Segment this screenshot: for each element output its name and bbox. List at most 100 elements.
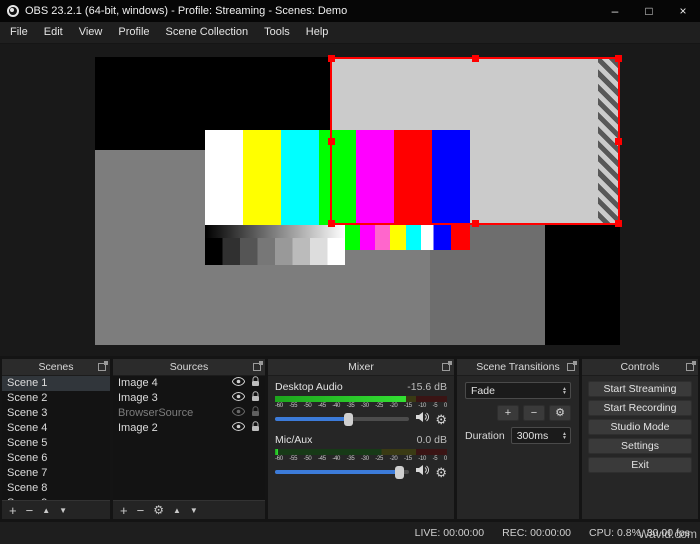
source-name: Image 2 <box>118 422 158 434</box>
lock-icon[interactable] <box>251 405 260 422</box>
sources-list[interactable]: Image 4 Image 3 BrowserSource Image 2 <box>113 376 265 500</box>
scene-row[interactable]: Scene 2 <box>2 391 110 406</box>
move-source-down-button[interactable]: ▼ <box>190 506 198 515</box>
visibility-eye-icon[interactable] <box>231 421 246 436</box>
scene-row[interactable]: Scene 1 <box>2 376 110 391</box>
selection-handle[interactable] <box>615 138 622 145</box>
minimize-button[interactable]: – <box>598 0 632 22</box>
obs-logo-icon <box>7 5 19 17</box>
exit-button[interactable]: Exit <box>588 457 692 473</box>
selection-handle[interactable] <box>472 220 479 227</box>
channel-gear-icon[interactable]: ⚙ <box>435 413 447 426</box>
scene-row[interactable]: Scene 4 <box>2 421 110 436</box>
source-row[interactable]: Image 4 <box>113 376 265 391</box>
source-row[interactable]: Image 3 <box>113 390 265 407</box>
scene-row[interactable]: Scene 7 <box>2 466 110 481</box>
scenes-list[interactable]: Scene 1 Scene 2 Scene 3 Scene 4 Scene 5 … <box>2 376 110 500</box>
combo-arrows-icon[interactable]: ▲ ▼ <box>562 386 567 395</box>
preview-canvas[interactable] <box>95 55 622 345</box>
lock-icon[interactable] <box>251 420 260 437</box>
remove-source-button[interactable]: − <box>137 504 145 517</box>
menu-file[interactable]: File <box>2 22 36 43</box>
mixer-channel: Desktop Audio -15.6 dB -60 -55 -50 -45 -40 -3… <box>275 381 447 428</box>
source-row[interactable]: BrowserSource <box>113 405 265 422</box>
source-properties-button[interactable]: ⚙ <box>153 503 164 517</box>
scene-row[interactable]: Scene 8 <box>2 481 110 496</box>
selection-outline[interactable] <box>328 55 622 227</box>
lock-icon[interactable] <box>251 390 260 407</box>
maximize-button[interactable]: □ <box>632 0 666 22</box>
selection-handle[interactable] <box>328 220 335 227</box>
menu-tools[interactable]: Tools <box>256 22 298 43</box>
scene-row[interactable]: Scene 5 <box>2 436 110 451</box>
visibility-eye-icon[interactable] <box>231 391 246 406</box>
source-row[interactable]: Image 2 <box>113 420 265 437</box>
slider-handle[interactable] <box>394 466 404 479</box>
window-title: OBS 23.2.1 (64-bit, windows) - Profile: … <box>25 5 348 17</box>
selection-handle[interactable] <box>472 55 479 62</box>
move-scene-up-button[interactable]: ▲ <box>42 506 50 515</box>
mixer-panel: Mixer Desktop Audio -15.6 dB -60 -55 -50 -4… <box>268 359 454 519</box>
menu-edit[interactable]: Edit <box>36 22 71 43</box>
controls-panel-title: Controls <box>620 361 660 373</box>
sources-panel-title: Sources <box>169 361 209 373</box>
dock-float-icon[interactable] <box>253 361 263 371</box>
dock-float-icon[interactable] <box>442 361 452 371</box>
add-scene-button[interactable]: + <box>9 504 17 517</box>
move-source-up-button[interactable]: ▲ <box>173 506 181 515</box>
menu-help[interactable]: Help <box>298 22 337 43</box>
spinbox-arrows-icon[interactable]: ▲ ▼ <box>562 431 567 440</box>
duration-spinbox[interactable]: 300ms ▲ ▼ <box>510 427 571 444</box>
source-name: Image 3 <box>118 392 158 404</box>
visibility-eye-icon[interactable] <box>231 376 246 391</box>
studio-mode-button[interactable]: Studio Mode <box>588 419 692 435</box>
start-streaming-button[interactable]: Start Streaming <box>588 381 692 397</box>
docks: Scenes Scene 1 Scene 2 Scene 3 Scene 4 S… <box>0 356 700 522</box>
remove-transition-button[interactable]: − <box>523 405 545 421</box>
source-color-gradient-strip[interactable] <box>345 225 470 250</box>
scene-row[interactable]: Scene 3 <box>2 406 110 421</box>
scene-row[interactable]: Scene 6 <box>2 451 110 466</box>
add-source-button[interactable]: + <box>120 504 128 517</box>
duration-value: 300ms <box>516 429 549 442</box>
selection-handle[interactable] <box>328 138 335 145</box>
remove-scene-button[interactable]: − <box>26 504 34 517</box>
watermark: Wavid.com <box>638 527 697 541</box>
dock-float-icon[interactable] <box>686 361 696 371</box>
controls-panel: Controls Start Streaming Start Recording… <box>582 359 698 519</box>
slider-handle[interactable] <box>343 413 353 426</box>
channel-gear-icon[interactable]: ⚙ <box>435 466 447 479</box>
dock-float-icon[interactable] <box>98 361 108 371</box>
menu-scene-collection[interactable]: Scene Collection <box>158 22 257 43</box>
volume-slider[interactable] <box>275 411 410 427</box>
move-scene-down-button[interactable]: ▼ <box>59 506 67 515</box>
speaker-icon[interactable] <box>415 463 430 481</box>
start-recording-button[interactable]: Start Recording <box>588 400 692 416</box>
close-button[interactable]: × <box>666 0 700 22</box>
volume-slider[interactable] <box>275 464 410 480</box>
selection-handle[interactable] <box>328 55 335 62</box>
scenes-panel-title: Scenes <box>38 361 74 373</box>
speaker-icon[interactable] <box>415 410 430 428</box>
duration-row: Duration 300ms ▲ ▼ <box>465 427 571 444</box>
selection-handle[interactable] <box>615 220 622 227</box>
visibility-eye-icon[interactable] <box>231 406 246 421</box>
meter-scale: -60 -55 -50 -45 -40 -35 -30 -25 -20 -15 -10 -5 0 <box>275 403 447 409</box>
add-transition-button[interactable]: + <box>497 405 519 421</box>
channel-name: Mic/Aux <box>275 434 313 446</box>
source-grayscale-strips[interactable] <box>205 225 345 265</box>
transition-select[interactable]: Fade ▲ ▼ <box>465 382 571 399</box>
transition-properties-button[interactable]: ⚙ <box>549 405 571 421</box>
lock-icon[interactable] <box>251 376 260 392</box>
settings-button[interactable]: Settings <box>588 438 692 454</box>
dock-float-icon[interactable] <box>567 361 577 371</box>
scenes-panel-header: Scenes <box>2 359 110 376</box>
meter-fill <box>275 449 279 455</box>
titlebar: OBS 23.2.1 (64-bit, windows) - Profile: … <box>0 0 700 22</box>
sources-panel: Sources Image 4 Image 3 BrowserSource Im… <box>113 359 265 519</box>
menu-profile[interactable]: Profile <box>110 22 157 43</box>
selection-handle[interactable] <box>615 55 622 62</box>
mixer-panel-title: Mixer <box>348 361 374 373</box>
transitions-panel-header: Scene Transitions <box>457 359 579 376</box>
menu-view[interactable]: View <box>71 22 111 43</box>
